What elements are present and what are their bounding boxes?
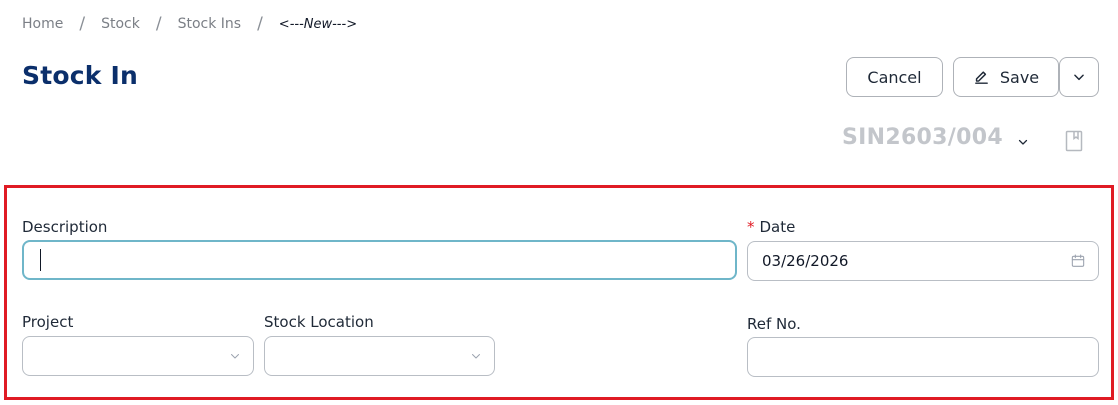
bookmark-icon[interactable] (1064, 129, 1084, 153)
breadcrumb-stock[interactable]: Stock (101, 16, 140, 32)
date-field[interactable]: 03/26/2026 (747, 241, 1099, 281)
save-button[interactable]: Save (953, 57, 1059, 97)
project-select[interactable] (22, 336, 254, 376)
cancel-button[interactable]: Cancel (846, 57, 943, 97)
breadcrumb-separator: / (155, 14, 162, 34)
breadcrumb-home[interactable]: Home (22, 16, 63, 32)
text-caret (40, 249, 41, 271)
breadcrumb-separator: / (257, 14, 263, 34)
chevron-down-icon[interactable] (1014, 133, 1032, 151)
required-marker: * (747, 218, 755, 236)
ref-no-input[interactable] (747, 337, 1099, 377)
project-label: Project (22, 313, 74, 331)
chevron-down-icon (229, 350, 241, 362)
save-options-button[interactable] (1059, 57, 1099, 97)
document-number: SIN2603/004 (842, 125, 1003, 150)
save-button-label: Save (999, 67, 1040, 87)
stock-location-select[interactable] (264, 336, 495, 376)
date-value: 03/26/2026 (762, 252, 849, 270)
page-title: Stock In (22, 61, 138, 90)
description-label: Description (22, 218, 108, 236)
pencil-icon (973, 69, 990, 86)
description-input[interactable] (22, 240, 737, 280)
stock-location-label: Stock Location (264, 313, 374, 331)
breadcrumb-current: <---New---> (278, 16, 358, 32)
breadcrumb-separator: / (79, 14, 86, 34)
cancel-button-label: Cancel (867, 67, 922, 87)
date-label: * Date (747, 218, 795, 236)
breadcrumb-stock-ins[interactable]: Stock Ins (178, 16, 242, 32)
chevron-down-icon (470, 350, 482, 362)
ref-no-label: Ref No. (747, 315, 801, 333)
chevron-down-icon (1072, 70, 1086, 84)
date-label-text: Date (759, 218, 796, 236)
calendar-icon[interactable] (1070, 253, 1086, 269)
breadcrumb: Home / Stock / Stock Ins / <---New---> (22, 14, 357, 34)
